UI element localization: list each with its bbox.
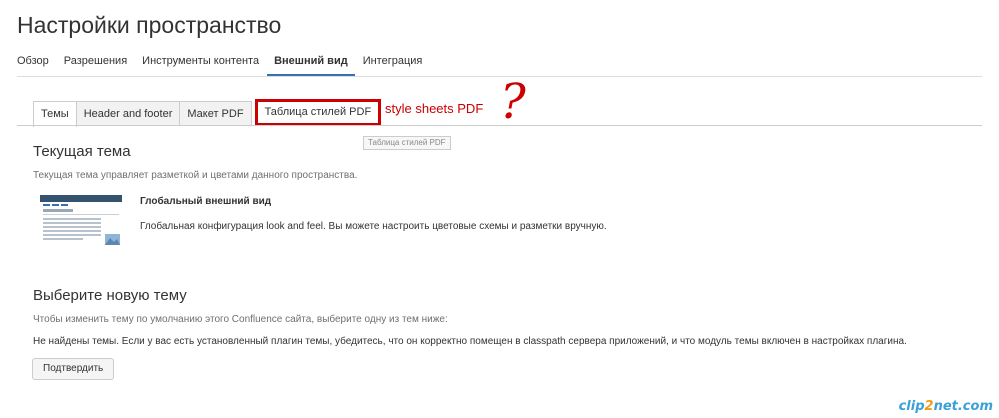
current-theme-title: Текущая тема <box>33 143 131 160</box>
theme-name: Глобальный внешний вид <box>140 196 272 207</box>
watermark-part2: 2 <box>924 399 934 414</box>
nav-item-look-and-feel[interactable]: Внешний вид <box>267 54 355 77</box>
nav-item-integration[interactable]: Интеграция <box>363 54 423 75</box>
tab-themes[interactable]: Темы <box>33 101 77 127</box>
annotation-question-mark: ? <box>500 74 526 130</box>
theme-thumbnail <box>40 195 122 247</box>
tab-pdf-stylesheet[interactable]: Таблица стилей PDF <box>254 99 382 126</box>
look-and-feel-tabs: Темы Header and footer Макет PDF Таблица… <box>33 99 382 127</box>
watermark-part3: net.com <box>933 399 993 414</box>
tab-header-and-footer[interactable]: Header and footer <box>75 101 181 125</box>
theme-description: Глобальная конфигурация look and feel. В… <box>140 221 607 232</box>
nav-item-content-tools[interactable]: Инструменты контента <box>142 54 259 75</box>
tab-tooltip: Таблица стилей PDF <box>363 136 451 150</box>
current-theme-description: Текущая тема управляет разметкой и цвета… <box>33 170 358 181</box>
choose-theme-description: Чтобы изменить тему по умолчанию этого C… <box>33 314 448 325</box>
space-settings-nav: Обзор Разрешения Инструменты контента Вн… <box>17 54 437 77</box>
confirm-button[interactable]: Подтвердить <box>32 358 115 380</box>
nav-item-permissions[interactable]: Разрешения <box>64 54 127 75</box>
watermark-part1: clip <box>898 399 925 414</box>
watermark-logo: clip2net.com <box>899 399 993 414</box>
nav-item-overview[interactable]: Обзор <box>17 54 49 75</box>
page-title: Настройки пространство <box>17 12 282 38</box>
choose-theme-title: Выберите новую тему <box>33 287 187 304</box>
annotation-text: style sheets PDF <box>385 101 484 116</box>
tab-pdf-layout[interactable]: Макет PDF <box>179 101 252 125</box>
no-themes-message: Не найдены темы. Если у вас есть установ… <box>33 336 907 347</box>
